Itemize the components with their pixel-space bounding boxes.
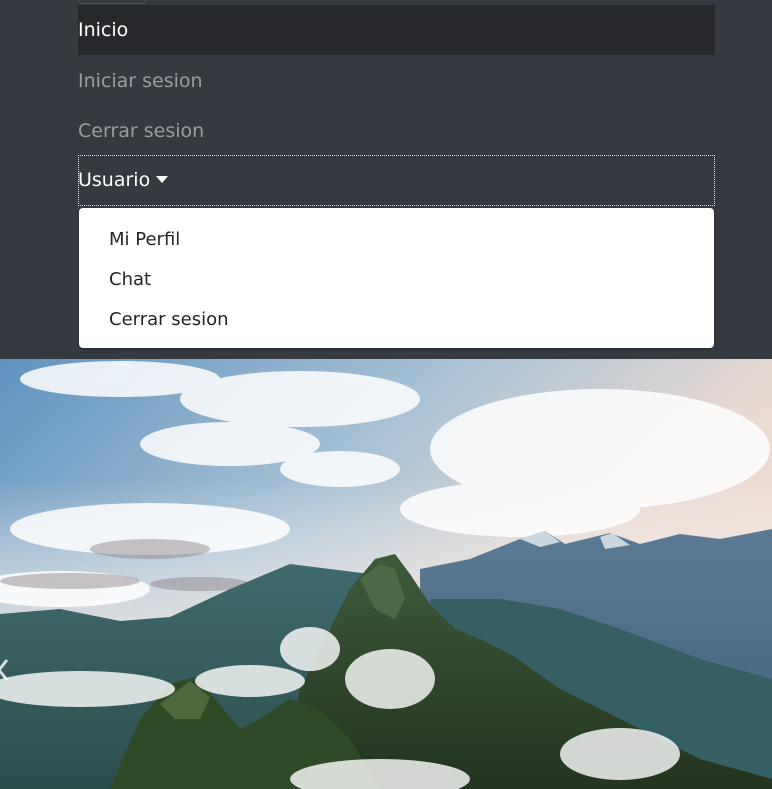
nav-link-iniciar-sesion[interactable]: Iniciar sesion	[78, 56, 715, 106]
dropdown-item-chat[interactable]: Chat	[109, 260, 151, 300]
nav-link-inicio[interactable]: Inicio	[78, 5, 715, 55]
chevron-left-icon[interactable]	[0, 658, 10, 682]
mountain-landscape-image	[0, 359, 772, 789]
nav-link-cerrar-sesion-label: Cerrar sesion	[78, 120, 205, 142]
user-dropdown-toggle[interactable]: Usuario	[78, 155, 715, 206]
user-dropdown-label: Usuario	[78, 169, 151, 191]
navbar-toggler[interactable]	[78, 0, 146, 4]
nav-link-iniciar-sesion-label: Iniciar sesion	[78, 70, 203, 92]
carousel-slide-image	[0, 359, 772, 789]
dropdown-item-mi-perfil[interactable]: Mi Perfil	[109, 220, 180, 260]
navbar: Inicio Iniciar sesion Cerrar sesion Usua…	[0, 0, 772, 359]
nav-link-inicio-label: Inicio	[78, 19, 129, 41]
user-dropdown-menu: Mi Perfil Chat Cerrar sesion	[79, 208, 714, 348]
dropdown-item-cerrar-sesion[interactable]: Cerrar sesion	[109, 300, 229, 340]
nav-link-cerrar-sesion[interactable]: Cerrar sesion	[78, 106, 715, 156]
caret-down-icon	[156, 176, 169, 183]
